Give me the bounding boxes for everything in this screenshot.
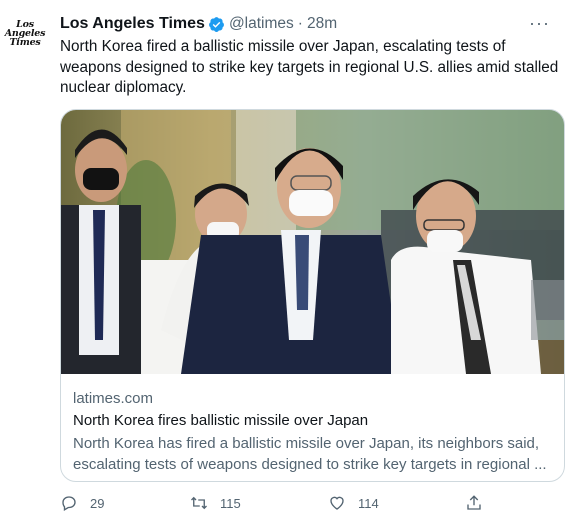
- account-handle[interactable]: @latimes: [229, 15, 294, 33]
- tweet[interactable]: Los Angeles Times Los Angeles Times @lat…: [0, 0, 568, 511]
- reply-button[interactable]: 29: [60, 494, 104, 512]
- retweet-button[interactable]: 115: [190, 494, 241, 512]
- verified-badge-icon: [208, 16, 224, 32]
- tweet-time[interactable]: 28m: [307, 15, 337, 33]
- share-button[interactable]: [465, 494, 495, 512]
- retweet-icon: [191, 496, 207, 510]
- link-card[interactable]: latimes.com North Korea fires ballistic …: [60, 109, 565, 482]
- reply-count: 29: [90, 495, 105, 511]
- card-body: latimes.com North Korea fires ballistic …: [61, 374, 564, 481]
- separator-dot: ·: [297, 15, 303, 32]
- avatar-line-3: Times: [9, 37, 41, 48]
- like-button[interactable]: 114: [328, 494, 379, 512]
- more-icon[interactable]: ···: [529, 13, 550, 34]
- tweet-header: Los Angeles Times @latimes · 28m ···: [60, 13, 554, 35]
- like-icon: [330, 496, 344, 510]
- account-name[interactable]: Los Angeles Times: [60, 15, 205, 33]
- card-photo: [61, 110, 564, 374]
- reply-icon: [62, 496, 76, 511]
- action-bar: 29 115 114: [60, 494, 540, 514]
- card-description: North Korea has fired a ballistic missil…: [73, 435, 547, 473]
- card-title[interactable]: North Korea fires ballistic missile over…: [73, 412, 368, 429]
- card-domain: latimes.com: [73, 390, 154, 407]
- avatar[interactable]: Los Angeles Times: [4, 20, 46, 48]
- tweet-text: North Korea fired a ballistic missile ov…: [60, 38, 559, 96]
- like-count: 114: [358, 495, 379, 511]
- retweet-count: 115: [220, 495, 241, 511]
- share-icon: [467, 495, 481, 510]
